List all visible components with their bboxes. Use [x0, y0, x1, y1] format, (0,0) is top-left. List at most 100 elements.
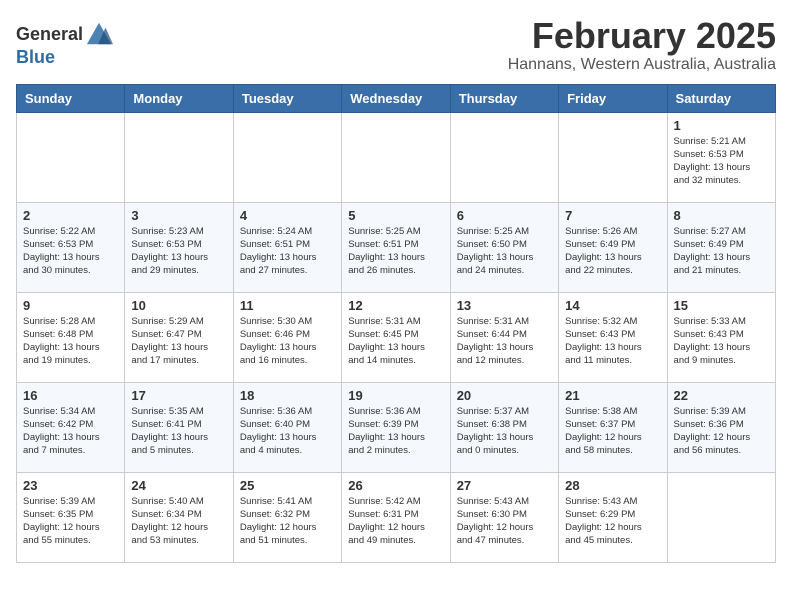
day-detail: Sunrise: 5:37 AM Sunset: 6:38 PM Dayligh…	[457, 405, 552, 458]
day-detail: Sunrise: 5:25 AM Sunset: 6:50 PM Dayligh…	[457, 225, 552, 278]
day-detail: Sunrise: 5:31 AM Sunset: 6:44 PM Dayligh…	[457, 315, 552, 368]
day-detail: Sunrise: 5:35 AM Sunset: 6:41 PM Dayligh…	[131, 405, 226, 458]
calendar-location: Hannans, Western Australia, Australia	[508, 56, 776, 74]
day-detail: Sunrise: 5:34 AM Sunset: 6:42 PM Dayligh…	[23, 405, 118, 458]
day-number: 4	[240, 208, 335, 223]
day-number: 27	[457, 478, 552, 493]
day-number: 22	[674, 388, 769, 403]
logo-text-general: General	[16, 25, 83, 43]
day-detail: Sunrise: 5:31 AM Sunset: 6:45 PM Dayligh…	[348, 315, 443, 368]
calendar-week-row: 23 Sunrise: 5:39 AM Sunset: 6:35 PM Dayli…	[17, 472, 776, 562]
day-detail: Sunrise: 5:32 AM Sunset: 6:43 PM Dayligh…	[565, 315, 660, 368]
calendar-day-cell: 16 Sunrise: 5:34 AM Sunset: 6:42 PM Dayli…	[17, 382, 125, 472]
day-number: 19	[348, 388, 443, 403]
day-detail: Sunrise: 5:23 AM Sunset: 6:53 PM Dayligh…	[131, 225, 226, 278]
day-detail: Sunrise: 5:33 AM Sunset: 6:43 PM Dayligh…	[674, 315, 769, 368]
day-number: 9	[23, 298, 118, 313]
day-detail: Sunrise: 5:29 AM Sunset: 6:47 PM Dayligh…	[131, 315, 226, 368]
calendar-day-cell: 11 Sunrise: 5:30 AM Sunset: 6:46 PM Dayli…	[233, 292, 341, 382]
day-number: 14	[565, 298, 660, 313]
weekday-header: Tuesday	[233, 84, 341, 112]
day-detail: Sunrise: 5:36 AM Sunset: 6:39 PM Dayligh…	[348, 405, 443, 458]
calendar-day-cell: 1 Sunrise: 5:21 AM Sunset: 6:53 PM Daylig…	[667, 112, 775, 202]
day-detail: Sunrise: 5:40 AM Sunset: 6:34 PM Dayligh…	[131, 495, 226, 548]
calendar-week-row: 1 Sunrise: 5:21 AM Sunset: 6:53 PM Daylig…	[17, 112, 776, 202]
calendar-day-cell: 14 Sunrise: 5:32 AM Sunset: 6:43 PM Dayli…	[559, 292, 667, 382]
day-number: 26	[348, 478, 443, 493]
calendar-day-cell: 13Sunrise: 5:31 AM Sunset: 6:44 PM Dayli…	[450, 292, 558, 382]
page-header: General Blue February 2025 Hannans, West…	[16, 16, 776, 74]
calendar-day-cell	[233, 112, 341, 202]
calendar-day-cell	[450, 112, 558, 202]
weekday-header: Wednesday	[342, 84, 450, 112]
day-detail: Sunrise: 5:39 AM Sunset: 6:35 PM Dayligh…	[23, 495, 118, 548]
day-detail: Sunrise: 5:26 AM Sunset: 6:49 PM Dayligh…	[565, 225, 660, 278]
calendar-day-cell: 12Sunrise: 5:31 AM Sunset: 6:45 PM Dayli…	[342, 292, 450, 382]
calendar-day-cell: 15 Sunrise: 5:33 AM Sunset: 6:43 PM Dayli…	[667, 292, 775, 382]
day-number: 5	[348, 208, 443, 223]
calendar-day-cell: 17 Sunrise: 5:35 AM Sunset: 6:41 PM Dayli…	[125, 382, 233, 472]
day-number: 11	[240, 298, 335, 313]
day-number: 21	[565, 388, 660, 403]
day-detail: Sunrise: 5:24 AM Sunset: 6:51 PM Dayligh…	[240, 225, 335, 278]
day-number: 18	[240, 388, 335, 403]
calendar-day-cell: 5 Sunrise: 5:25 AM Sunset: 6:51 PM Daylig…	[342, 202, 450, 292]
day-detail: Sunrise: 5:22 AM Sunset: 6:53 PM Dayligh…	[23, 225, 118, 278]
calendar-day-cell: 25Sunrise: 5:41 AM Sunset: 6:32 PM Dayli…	[233, 472, 341, 562]
day-number: 16	[23, 388, 118, 403]
day-number: 20	[457, 388, 552, 403]
day-number: 28	[565, 478, 660, 493]
calendar-day-cell: 21 Sunrise: 5:38 AM Sunset: 6:37 PM Dayli…	[559, 382, 667, 472]
day-number: 24	[131, 478, 226, 493]
calendar-day-cell	[125, 112, 233, 202]
day-number: 2	[23, 208, 118, 223]
logo-text-blue: Blue	[16, 47, 55, 67]
calendar-title: February 2025	[508, 16, 776, 56]
calendar-day-cell: 8 Sunrise: 5:27 AM Sunset: 6:49 PM Daylig…	[667, 202, 775, 292]
calendar-day-cell	[342, 112, 450, 202]
day-detail: Sunrise: 5:25 AM Sunset: 6:51 PM Dayligh…	[348, 225, 443, 278]
calendar-day-cell	[17, 112, 125, 202]
calendar-day-cell: 6 Sunrise: 5:25 AM Sunset: 6:50 PM Daylig…	[450, 202, 558, 292]
weekday-header: Monday	[125, 84, 233, 112]
calendar-table: SundayMondayTuesdayWednesdayThursdayFrid…	[16, 84, 776, 563]
day-detail: Sunrise: 5:38 AM Sunset: 6:37 PM Dayligh…	[565, 405, 660, 458]
day-detail: Sunrise: 5:30 AM Sunset: 6:46 PM Dayligh…	[240, 315, 335, 368]
calendar-day-cell: 28 Sunrise: 5:43 AM Sunset: 6:29 PM Dayli…	[559, 472, 667, 562]
day-number: 23	[23, 478, 118, 493]
calendar-day-cell: 10 Sunrise: 5:29 AM Sunset: 6:47 PM Dayli…	[125, 292, 233, 382]
calendar-week-row: 9 Sunrise: 5:28 AM Sunset: 6:48 PM Daylig…	[17, 292, 776, 382]
calendar-week-row: 16 Sunrise: 5:34 AM Sunset: 6:42 PM Dayli…	[17, 382, 776, 472]
day-number: 3	[131, 208, 226, 223]
day-number: 6	[457, 208, 552, 223]
calendar-header-row: SundayMondayTuesdayWednesdayThursdayFrid…	[17, 84, 776, 112]
calendar-day-cell: 26 Sunrise: 5:42 AM Sunset: 6:31 PM Dayli…	[342, 472, 450, 562]
calendar-day-cell: 7Sunrise: 5:26 AM Sunset: 6:49 PM Daylig…	[559, 202, 667, 292]
day-detail: Sunrise: 5:21 AM Sunset: 6:53 PM Dayligh…	[674, 135, 769, 188]
day-number: 10	[131, 298, 226, 313]
calendar-day-cell: 27 Sunrise: 5:43 AM Sunset: 6:30 PM Dayli…	[450, 472, 558, 562]
calendar-day-cell: 3 Sunrise: 5:23 AM Sunset: 6:53 PM Daylig…	[125, 202, 233, 292]
day-number: 8	[674, 208, 769, 223]
day-detail: Sunrise: 5:43 AM Sunset: 6:29 PM Dayligh…	[565, 495, 660, 548]
day-detail: Sunrise: 5:43 AM Sunset: 6:30 PM Dayligh…	[457, 495, 552, 548]
title-area: February 2025 Hannans, Western Australia…	[508, 16, 776, 74]
calendar-week-row: 2 Sunrise: 5:22 AM Sunset: 6:53 PM Daylig…	[17, 202, 776, 292]
day-number: 1	[674, 118, 769, 133]
day-number: 15	[674, 298, 769, 313]
day-detail: Sunrise: 5:41 AM Sunset: 6:32 PM Dayligh…	[240, 495, 335, 548]
calendar-day-cell: 4 Sunrise: 5:24 AM Sunset: 6:51 PM Daylig…	[233, 202, 341, 292]
day-detail: Sunrise: 5:39 AM Sunset: 6:36 PM Dayligh…	[674, 405, 769, 458]
weekday-header: Friday	[559, 84, 667, 112]
calendar-day-cell: 19 Sunrise: 5:36 AM Sunset: 6:39 PM Dayli…	[342, 382, 450, 472]
day-detail: Sunrise: 5:42 AM Sunset: 6:31 PM Dayligh…	[348, 495, 443, 548]
day-detail: Sunrise: 5:28 AM Sunset: 6:48 PM Dayligh…	[23, 315, 118, 368]
day-detail: Sunrise: 5:36 AM Sunset: 6:40 PM Dayligh…	[240, 405, 335, 458]
day-detail: Sunrise: 5:27 AM Sunset: 6:49 PM Dayligh…	[674, 225, 769, 278]
calendar-day-cell	[559, 112, 667, 202]
logo-icon	[85, 20, 113, 48]
weekday-header: Thursday	[450, 84, 558, 112]
day-number: 17	[131, 388, 226, 403]
weekday-header: Sunday	[17, 84, 125, 112]
weekday-header: Saturday	[667, 84, 775, 112]
